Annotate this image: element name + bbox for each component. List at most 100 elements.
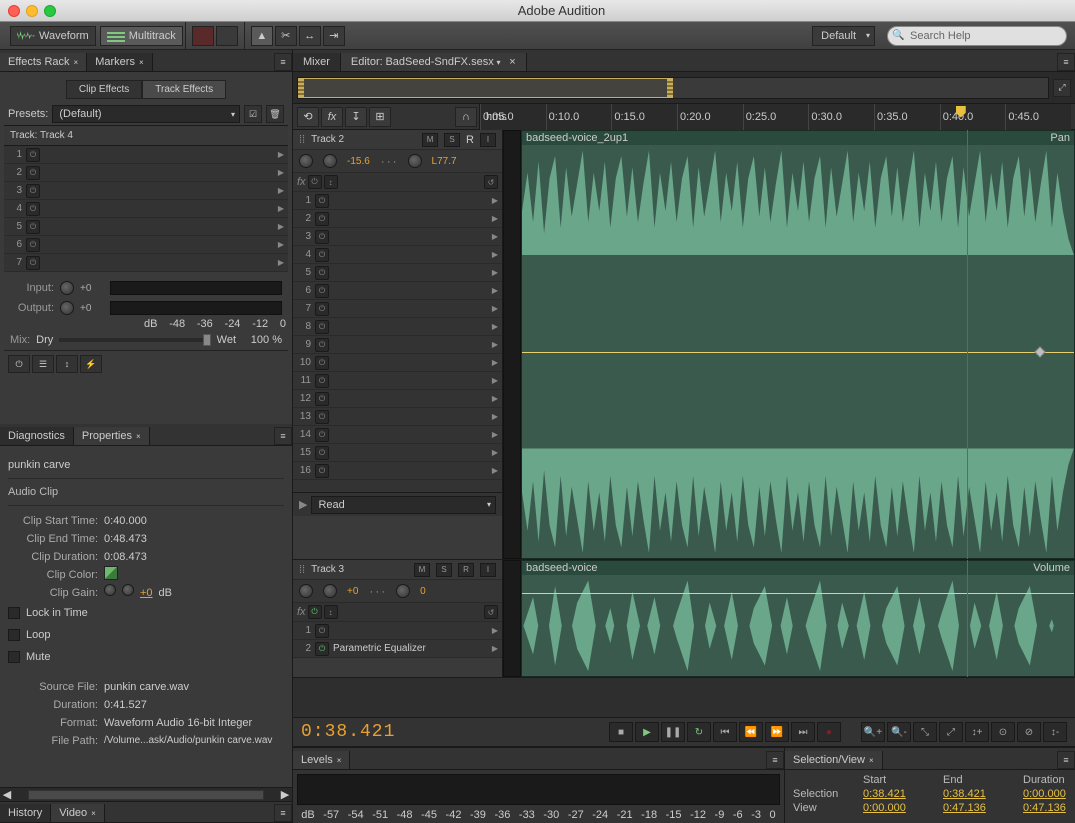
clip-start-value[interactable]: 0:40.000 [104, 512, 147, 530]
clip-end-value[interactable]: 0:48.473 [104, 530, 147, 548]
chevron-right-icon[interactable]: ▶ [278, 240, 284, 249]
volume-display[interactable]: -15.6 [347, 156, 370, 167]
effect-slot[interactable]: 5⏻▶ [4, 218, 288, 236]
mix-slider[interactable] [59, 338, 210, 342]
power-icon[interactable]: ⏻ [26, 256, 40, 270]
video-tab[interactable]: Video× [51, 804, 105, 822]
rack-apply-button[interactable]: ⚡ [80, 355, 102, 373]
fx-slot[interactable]: 9⏻▶ [293, 336, 502, 354]
chevron-right-icon[interactable]: ▶ [278, 222, 284, 231]
power-icon[interactable]: ⏻ [315, 284, 329, 298]
loop-checkbox[interactable] [8, 629, 20, 641]
sel-end[interactable]: 0:38.421 [943, 788, 1013, 800]
sel-start[interactable]: 0:38.421 [863, 788, 933, 800]
power-icon[interactable]: ⏻ [315, 248, 329, 262]
history-tab[interactable]: History [0, 804, 51, 822]
effect-slot[interactable]: 3⏻▶ [4, 182, 288, 200]
workspace-dropdown[interactable]: Default [812, 26, 875, 46]
volume-knob[interactable] [299, 584, 313, 598]
fx-slot[interactable]: 8⏻▶ [293, 318, 502, 336]
zoom-in-point-icon[interactable]: ⊙ [991, 722, 1015, 742]
zoom-full-icon[interactable]: ⤡ [913, 722, 937, 742]
search-help-input[interactable]: Search Help [887, 26, 1067, 46]
power-icon[interactable]: ⏻ [315, 212, 329, 226]
fx-slot[interactable]: 16⏻▶ [293, 462, 502, 480]
power-icon[interactable]: ⏻ [315, 642, 329, 656]
clip-dur-value[interactable]: 0:08.473 [104, 548, 147, 566]
panel-menu-icon[interactable]: ≡ [274, 427, 292, 445]
volume-knob-2[interactable] [323, 584, 337, 598]
vol-automation-line[interactable] [522, 593, 1074, 594]
automation-mode-dropdown[interactable]: Read [311, 496, 496, 514]
power-icon[interactable]: ⏻ [315, 320, 329, 334]
input-value[interactable]: +0 [80, 283, 104, 294]
playhead[interactable] [967, 130, 968, 559]
razor-tool[interactable]: ✂ [275, 26, 297, 46]
fx-slot[interactable]: 13⏻▶ [293, 408, 502, 426]
zoom-fit-icon[interactable]: ⤢ [1053, 79, 1071, 97]
fx-slot[interactable]: 2⏻Parametric Equalizer▶ [293, 640, 502, 658]
multitrack-mode-button[interactable]: Multitrack [100, 26, 183, 46]
power-icon[interactable]: ⏻ [315, 266, 329, 280]
fx-slot[interactable]: 5⏻▶ [293, 264, 502, 282]
chevron-down-icon[interactable] [496, 56, 500, 68]
power-icon[interactable]: ⏻ [315, 428, 329, 442]
power-icon[interactable]: ⏻ [315, 464, 329, 478]
fx-slot[interactable]: 10⏻▶ [293, 354, 502, 372]
gain-knob[interactable] [104, 584, 116, 596]
play-button[interactable]: ▶ [635, 722, 659, 742]
spectral-toggle-2[interactable] [216, 26, 238, 46]
track3-content[interactable]: badseed-voice Volume [521, 560, 1075, 677]
editor-tool-fx[interactable]: fx [321, 107, 343, 127]
panel-menu-icon[interactable]: ≡ [1057, 751, 1075, 769]
chevron-right-icon[interactable]: ▶ [278, 204, 284, 213]
properties-tab[interactable]: Properties× [74, 427, 150, 445]
power-icon[interactable]: ⏻ [315, 230, 329, 244]
pan-knob[interactable] [408, 154, 422, 168]
time-select-tool[interactable]: ⇥ [323, 26, 345, 46]
selection-view-tab[interactable]: Selection/View× [785, 751, 883, 769]
power-icon[interactable]: ⏻ [26, 220, 40, 234]
panel-menu-icon[interactable]: ≡ [1057, 53, 1075, 71]
fx-slot[interactable]: 1⏻▶ [293, 622, 502, 640]
effect-slot[interactable]: 4⏻▶ [4, 200, 288, 218]
fx-slot[interactable]: 12⏻▶ [293, 390, 502, 408]
fx-prepost-icon[interactable]: ↕ [324, 605, 338, 619]
power-icon[interactable]: ⏻ [315, 392, 329, 406]
move-tool[interactable]: ▲ [251, 26, 273, 46]
fx-slot[interactable]: 7⏻▶ [293, 300, 502, 318]
pan-knob[interactable] [396, 584, 410, 598]
zoom-in-icon[interactable]: 🔍+ [861, 722, 885, 742]
mix-pct[interactable]: 100 % [242, 334, 282, 346]
power-icon[interactable]: ⏻ [26, 166, 40, 180]
mixer-tab[interactable]: Mixer [293, 53, 341, 71]
power-icon[interactable]: ⏻ [315, 374, 329, 388]
rack-list-button[interactable]: ☰ [32, 355, 54, 373]
solo-button[interactable]: S [436, 563, 452, 577]
editor-tool-4[interactable]: ⊞ [369, 107, 391, 127]
audio-clip[interactable]: badseed-voice_2up1 Pan [521, 130, 1075, 559]
time-ruler[interactable]: hms 0:05.0 0:10.0 0:15.0 0:20.0 0:25.0 0… [479, 104, 1071, 130]
forward-button[interactable]: ⏩ [765, 722, 789, 742]
power-icon[interactable]: ⏻ [315, 624, 329, 638]
rewind-button[interactable]: ⏪ [739, 722, 763, 742]
rack-power-button[interactable]: ⏻ [8, 355, 30, 373]
output-value[interactable]: +0 [80, 303, 104, 314]
fx-power-icon[interactable]: ⏻ [308, 175, 322, 189]
track2-content[interactable]: badseed-voice_2up1 Pan [521, 130, 1075, 559]
snap-button[interactable]: ∩ [455, 107, 477, 127]
track-handle-icon[interactable]: ⁞⁞ [299, 564, 305, 576]
fx-slot[interactable]: 1⏻▶ [293, 192, 502, 210]
skip-start-button[interactable]: ⏮ [713, 722, 737, 742]
editor-tool-3[interactable]: ↧ [345, 107, 367, 127]
pan-display[interactable]: L77.7 [432, 156, 457, 167]
sel-dur[interactable]: 0:00.000 [1023, 788, 1075, 800]
lock-in-time-checkbox[interactable] [8, 607, 20, 619]
panel-menu-icon[interactable]: ≡ [766, 751, 784, 769]
power-icon[interactable]: ⏻ [26, 184, 40, 198]
fx-slot[interactable]: 14⏻▶ [293, 426, 502, 444]
overview-navigator[interactable] [297, 77, 1049, 99]
effect-slot[interactable]: 2⏻▶ [4, 164, 288, 182]
loop-button[interactable]: ↻ [687, 722, 711, 742]
gain-value[interactable]: +0 [140, 584, 153, 602]
